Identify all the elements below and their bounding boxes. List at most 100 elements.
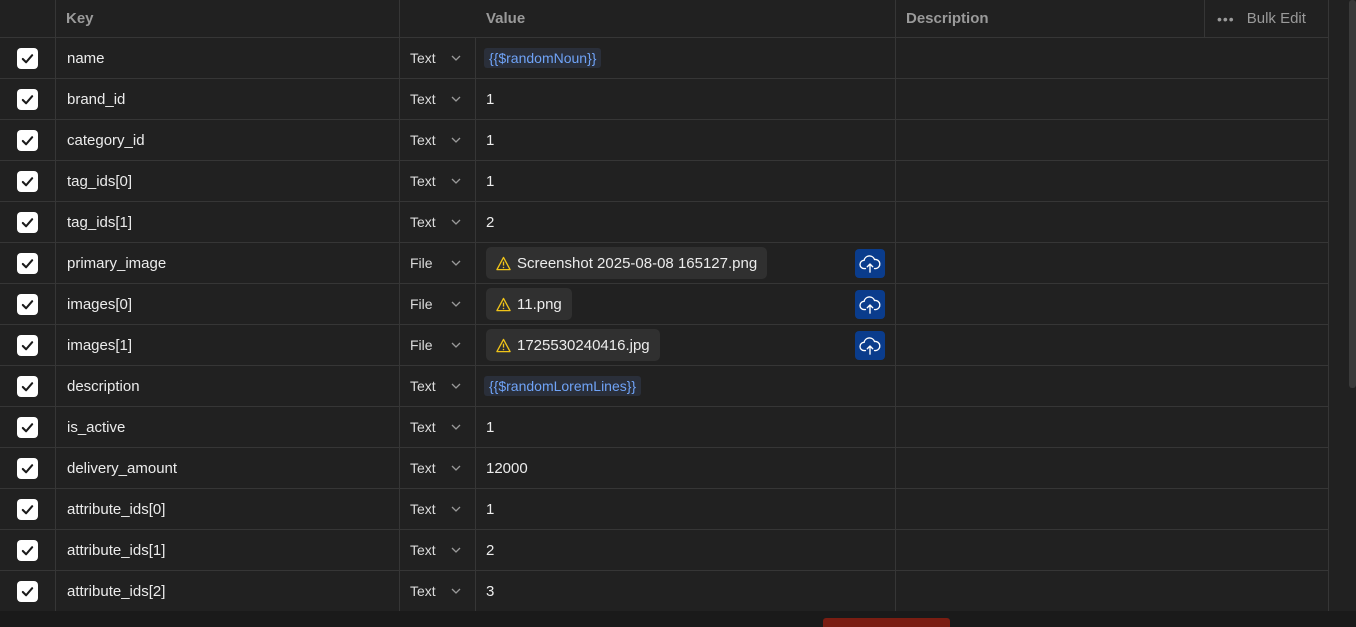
description-input[interactable] [896,325,1329,365]
type-select[interactable]: Text [400,366,476,406]
description-input[interactable] [896,489,1329,529]
type-select[interactable]: File [400,325,476,365]
value-input[interactable]: 1 [486,419,494,436]
check-icon [21,299,34,309]
value-cell: 1 [476,407,896,447]
type-select[interactable]: Text [400,202,476,242]
type-select[interactable]: Text [400,571,476,611]
key-input[interactable]: primary_image [56,243,400,283]
type-select-label: Text [410,378,436,394]
chevron-down-icon[interactable] [450,380,462,392]
row-checkbox[interactable] [17,580,38,602]
key-input[interactable]: description [56,366,400,406]
key-input[interactable]: attribute_ids[0] [56,489,400,529]
file-chip[interactable]: Screenshot 2025-08-08 165127.png [486,247,768,279]
description-input[interactable] [896,571,1329,611]
chevron-down-icon[interactable] [450,175,462,187]
file-chip[interactable]: 1725530240416.jpg [486,329,660,361]
value-input[interactable]: 1 [486,132,494,149]
row-checkbox[interactable] [17,498,38,520]
description-input[interactable] [896,407,1329,447]
key-input[interactable]: brand_id [56,79,400,119]
row-checkbox[interactable] [17,170,38,192]
status-badge [823,618,950,627]
upload-button[interactable] [855,331,885,360]
description-input[interactable] [896,448,1329,488]
row-checkbox[interactable] [17,457,38,479]
type-select[interactable]: File [400,284,476,324]
chevron-down-icon[interactable] [450,544,462,556]
description-input[interactable] [896,202,1329,242]
vertical-scrollbar[interactable] [1349,0,1356,388]
row-checkbox[interactable] [17,293,38,315]
value-input[interactable]: 2 [486,214,494,231]
variable-value[interactable]: {{$randomLoremLines}} [484,376,642,396]
value-input[interactable]: 1 [486,91,494,108]
type-select-label: Text [410,91,436,107]
variable-value[interactable]: {{$randomNoun}} [484,48,602,68]
row-checkbox-cell [0,161,56,201]
file-chip[interactable]: 11.png [486,288,572,320]
chevron-down-icon[interactable] [450,503,462,515]
key-input[interactable]: attribute_ids[1] [56,530,400,570]
bulk-edit-button[interactable]: ••• Bulk Edit [1205,0,1329,37]
chevron-down-icon[interactable] [450,52,462,64]
key-input[interactable]: is_active [56,407,400,447]
chevron-down-icon[interactable] [450,93,462,105]
description-input[interactable] [896,161,1329,201]
row-checkbox-cell [0,284,56,324]
chevron-down-icon[interactable] [450,134,462,146]
row-checkbox[interactable] [17,211,38,233]
row-checkbox[interactable] [17,129,38,151]
key-input[interactable]: name [56,38,400,78]
type-select[interactable]: Text [400,79,476,119]
key-input[interactable]: images[0] [56,284,400,324]
description-input[interactable] [896,38,1329,78]
key-input[interactable]: tag_ids[1] [56,202,400,242]
more-dots-icon[interactable]: ••• [1217,11,1235,27]
chevron-down-icon[interactable] [450,257,462,269]
header-key: Key [56,0,400,37]
row-checkbox[interactable] [17,416,38,438]
chevron-down-icon[interactable] [450,216,462,228]
cloud-upload-icon [859,295,881,314]
upload-button[interactable] [855,249,885,278]
row-checkbox-cell [0,489,56,529]
row-checkbox[interactable] [17,88,38,110]
key-input[interactable]: delivery_amount [56,448,400,488]
row-checkbox[interactable] [17,539,38,561]
description-input[interactable] [896,284,1329,324]
row-checkbox[interactable] [17,334,38,356]
value-input[interactable]: 1 [486,501,494,518]
key-input[interactable]: attribute_ids[2] [56,571,400,611]
row-checkbox[interactable] [17,47,38,69]
description-input[interactable] [896,79,1329,119]
key-input[interactable]: images[1] [56,325,400,365]
key-input[interactable]: category_id [56,120,400,160]
upload-button[interactable] [855,290,885,319]
value-input[interactable]: 1 [486,173,494,190]
type-select[interactable]: File [400,243,476,283]
chevron-down-icon[interactable] [450,585,462,597]
value-input[interactable]: 2 [486,542,494,559]
type-select[interactable]: Text [400,407,476,447]
type-select[interactable]: Text [400,161,476,201]
chevron-down-icon[interactable] [450,462,462,474]
chevron-down-icon[interactable] [450,339,462,351]
type-select[interactable]: Text [400,120,476,160]
type-select[interactable]: Text [400,38,476,78]
row-checkbox[interactable] [17,375,38,397]
type-select[interactable]: Text [400,489,476,529]
description-input[interactable] [896,120,1329,160]
type-select[interactable]: Text [400,530,476,570]
row-checkbox[interactable] [17,252,38,274]
type-select[interactable]: Text [400,448,476,488]
value-input[interactable]: 12000 [486,460,528,477]
chevron-down-icon[interactable] [450,298,462,310]
description-input[interactable] [896,530,1329,570]
key-input[interactable]: tag_ids[0] [56,161,400,201]
value-input[interactable]: 3 [486,583,494,600]
chevron-down-icon[interactable] [450,421,462,433]
description-input[interactable] [896,366,1329,406]
description-input[interactable] [896,243,1329,283]
